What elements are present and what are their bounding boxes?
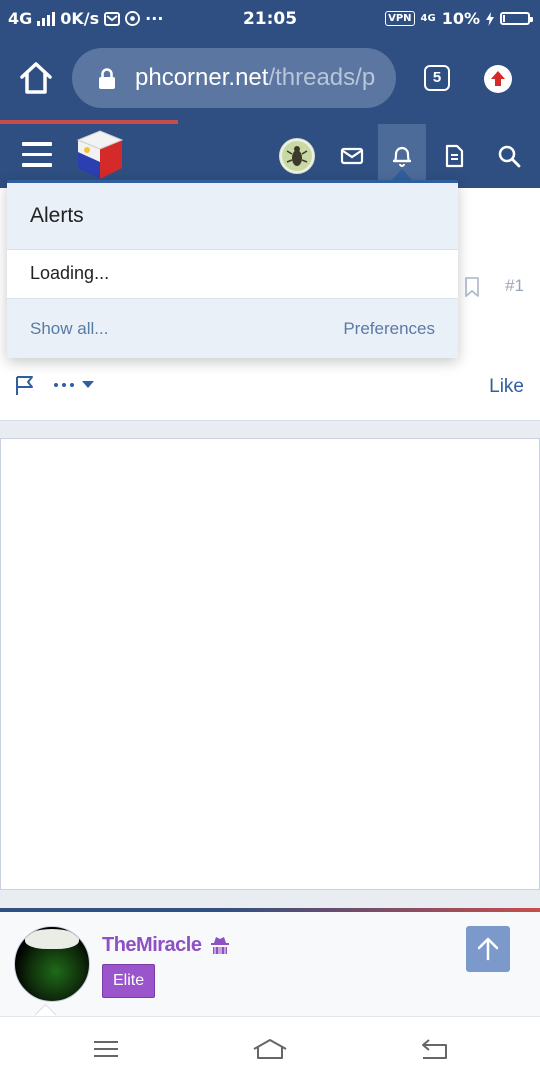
home-button[interactable] [16, 58, 56, 98]
address-bar[interactable]: phcorner.net/threads/p [72, 48, 396, 108]
alerts-popup-footer: Show all... Preferences [7, 299, 458, 358]
bug-avatar-icon [282, 141, 312, 171]
search-icon[interactable] [496, 143, 522, 169]
recent-apps-icon[interactable] [91, 1037, 121, 1061]
incognito-badge-icon [211, 937, 229, 954]
lock-icon [99, 68, 115, 89]
arrow-up-icon [477, 937, 499, 961]
site-logo[interactable] [74, 128, 126, 182]
charging-icon [486, 11, 494, 26]
more-options-button[interactable] [54, 381, 94, 389]
alerts-title: Alerts [30, 204, 84, 227]
cube-logo-icon [76, 130, 124, 179]
scroll-to-top-button[interactable] [466, 926, 510, 972]
back-icon[interactable] [420, 1037, 450, 1061]
whats-new-icon[interactable] [441, 143, 467, 169]
status-bar: 4G 0K/s ··· 21:05 VPN 4G 10% [0, 0, 540, 40]
post-number[interactable]: #1 [505, 276, 524, 296]
user-card-accent [0, 908, 540, 912]
system-navigation-bar [0, 1016, 540, 1081]
battery-fill [503, 15, 505, 22]
account-avatar[interactable] [279, 138, 315, 174]
report-flag-icon[interactable] [14, 374, 36, 396]
alerts-popup-header: Alerts [7, 183, 458, 250]
url-path: /threads/p [268, 64, 376, 91]
battery-percent: 10% [441, 9, 480, 28]
battery-icon [500, 12, 533, 25]
bell-icon [393, 146, 411, 167]
post-actions [14, 374, 94, 396]
user-card: TheMiracle Elite [0, 908, 540, 1026]
chevron-down-icon [82, 381, 94, 388]
user-avatar[interactable] [14, 926, 90, 1002]
site-navbar [0, 124, 540, 188]
url-text: phcorner.net/threads/p [135, 64, 375, 92]
bookmark-icon[interactable] [464, 277, 480, 297]
preferences-link[interactable]: Preferences [343, 319, 435, 339]
update-button[interactable] [484, 65, 512, 93]
inbox-icon[interactable] [339, 143, 365, 169]
like-button[interactable]: Like [489, 376, 524, 398]
vpn-badge: VPN [385, 11, 415, 26]
home-icon [20, 62, 52, 94]
network-type-right: 4G [420, 12, 436, 24]
url-host: phcorner.net [135, 64, 269, 91]
alerts-popup: Alerts Loading... Show all... Preference… [7, 180, 458, 358]
upload-arrow-icon [491, 71, 505, 86]
alerts-popup-body: Loading... [7, 250, 458, 299]
username[interactable]: TheMiracle [102, 934, 202, 957]
user-title-badge: Elite [102, 964, 156, 998]
alerts-loading-text: Loading... [30, 263, 110, 283]
menu-button[interactable] [22, 142, 52, 168]
browser-toolbar: phcorner.net/threads/p 5 [0, 40, 540, 120]
system-home-icon[interactable] [252, 1037, 288, 1061]
tab-switcher-button[interactable]: 5 [424, 65, 450, 91]
show-all-link[interactable]: Show all... [30, 319, 108, 339]
post-content-frame [0, 438, 540, 890]
alerts-popup-caret [392, 169, 412, 180]
